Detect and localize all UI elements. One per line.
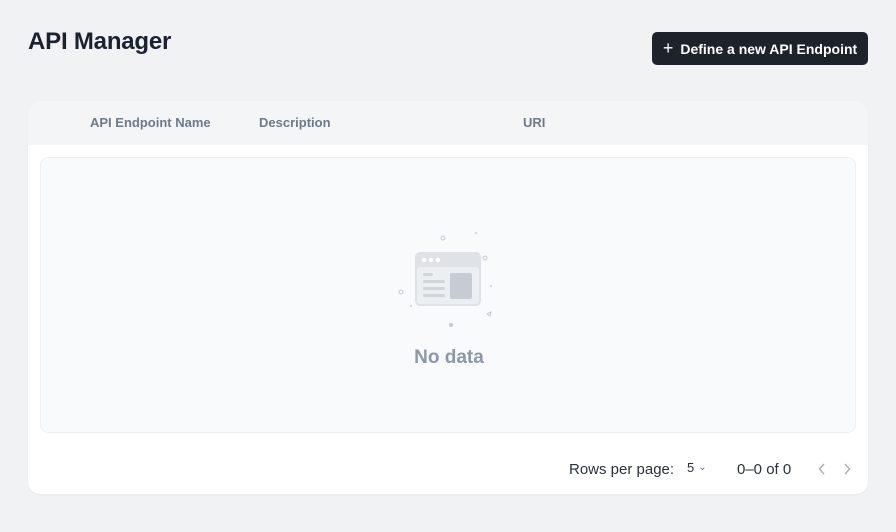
page: API Manager + Define a new API Endpoint … — [0, 0, 896, 532]
define-api-endpoint-label: Define a new API Endpoint — [680, 40, 858, 57]
chevron-right-icon — [844, 463, 851, 475]
define-api-endpoint-button[interactable]: + Define a new API Endpoint — [652, 32, 868, 65]
column-header-uri[interactable]: URI — [523, 115, 545, 130]
rows-per-page-select[interactable]: 5 ⌄ — [687, 460, 707, 475]
rows-per-page-label: Rows per page: — [569, 461, 675, 478]
chevron-down-icon: ⌄ — [698, 462, 707, 473]
pagination: Rows per page: 5 ⌄ 0–0 of 0 — [28, 458, 868, 480]
page-range: 0–0 of 0 — [737, 461, 792, 478]
empty-state-text: No data — [414, 347, 484, 368]
table-header: API Endpoint Name Description URI — [28, 101, 868, 145]
empty-state: No data — [40, 157, 856, 433]
column-header-description[interactable]: Description — [259, 115, 331, 130]
rows-per-page-value: 5 — [687, 460, 695, 475]
plus-icon: + — [662, 37, 674, 58]
api-endpoints-table: API Endpoint Name Description URI No dat… — [28, 101, 868, 494]
next-page-button[interactable] — [838, 458, 856, 480]
column-header-api-endpoint-name[interactable]: API Endpoint Name — [90, 115, 211, 130]
empty-browser-window-icon — [398, 231, 493, 327]
chevron-left-icon — [818, 463, 825, 475]
page-title: API Manager — [28, 28, 172, 55]
previous-page-button[interactable] — [813, 458, 831, 480]
